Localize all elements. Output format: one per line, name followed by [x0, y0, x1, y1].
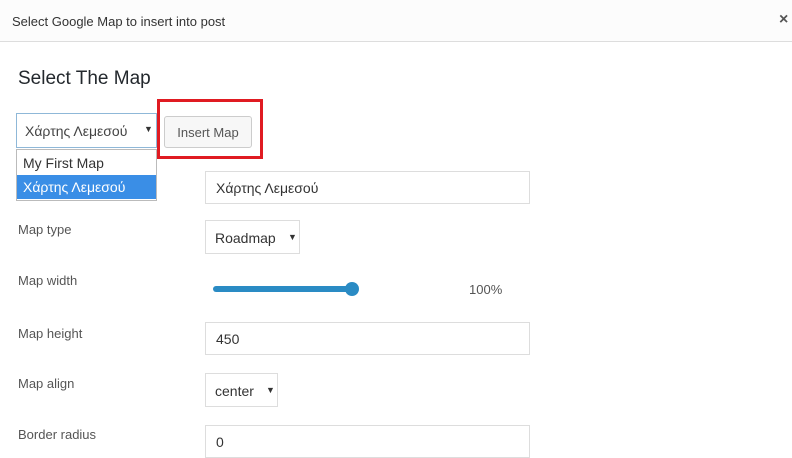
- map-width-value: 100%: [469, 282, 503, 297]
- map-align-label: Map align: [18, 376, 75, 391]
- map-select[interactable]: Χάρτης Λεμεσού ▼: [16, 113, 157, 148]
- border-radius-input[interactable]: [205, 425, 530, 458]
- dropdown-arrow-icon: ▼: [144, 124, 153, 134]
- slider-handle[interactable]: [345, 282, 359, 296]
- map-type-select[interactable]: Roadmap ▼: [205, 220, 300, 254]
- insert-map-button[interactable]: Insert Map: [164, 116, 252, 148]
- page-title: Select The Map: [18, 68, 151, 89]
- map-name-input[interactable]: [205, 171, 530, 204]
- dropdown-arrow-icon: ▼: [266, 385, 275, 395]
- close-icon[interactable]: ×: [779, 11, 788, 29]
- dropdown-arrow-icon: ▼: [288, 232, 297, 242]
- map-align-value: center: [215, 383, 254, 399]
- dialog-titlebar: Select Google Map to insert into post ×: [0, 0, 792, 42]
- map-type-value: Roadmap: [215, 230, 276, 246]
- map-option[interactable]: My First Map: [17, 151, 156, 175]
- map-height-label: Map height: [18, 326, 83, 341]
- map-select-dropdown: My First Map Χάρτης Λεμεσού: [16, 149, 157, 201]
- map-align-select[interactable]: center ▼: [205, 373, 278, 407]
- border-radius-label: Border radius: [18, 427, 97, 442]
- map-height-input[interactable]: [205, 322, 530, 355]
- map-type-label: Map type: [18, 222, 72, 237]
- dialog-title: Select Google Map to insert into post: [12, 14, 226, 29]
- map-width-slider[interactable]: [213, 286, 357, 292]
- map-width-label: Map width: [18, 273, 78, 288]
- map-option-selected[interactable]: Χάρτης Λεμεσού: [17, 175, 156, 199]
- map-select-value: Χάρτης Λεμεσού: [25, 123, 128, 139]
